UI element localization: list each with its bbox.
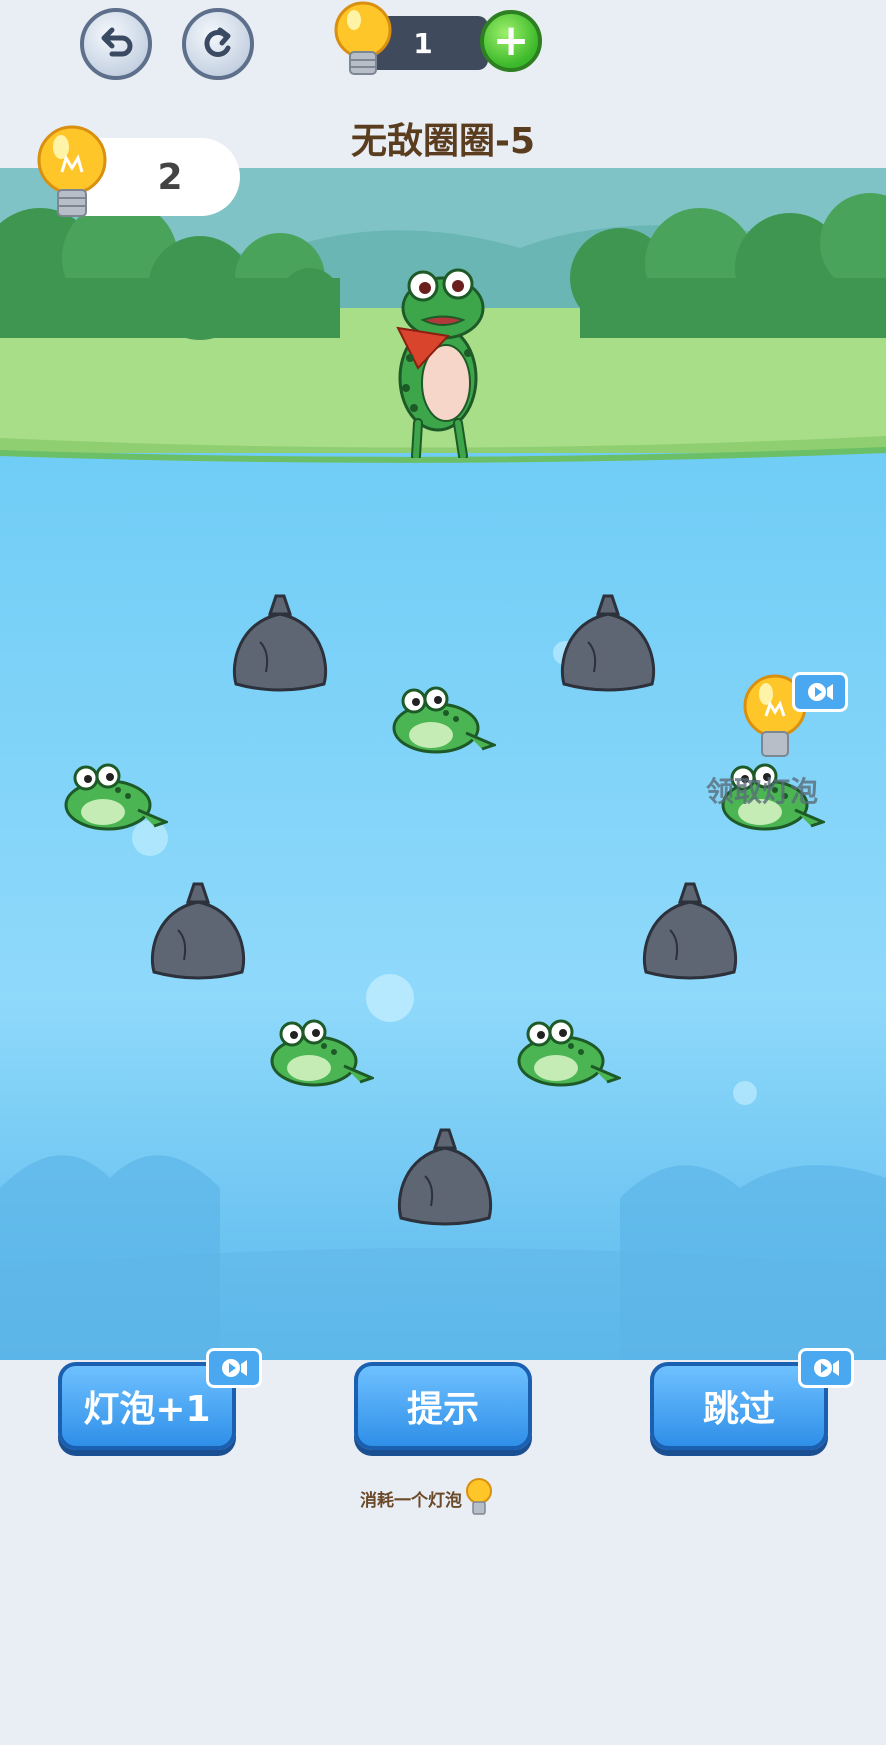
undo-button[interactable]	[80, 8, 152, 80]
garbage-bag-icon	[397, 1128, 493, 1226]
garbage-bag-piece[interactable]	[395, 1126, 495, 1236]
frog-icon	[517, 1019, 624, 1087]
frog-icon	[270, 1019, 377, 1087]
garbage-bag-piece[interactable]	[640, 880, 740, 990]
bulb-counter-value: 1	[413, 26, 433, 60]
bulb-icon	[466, 1478, 492, 1515]
add-bulb-video-badge	[206, 1348, 262, 1388]
garbage-bag-icon	[642, 882, 738, 980]
hint-button-label: 提示	[406, 1389, 479, 1430]
garbage-bag-icon	[150, 882, 246, 980]
frog-piece[interactable]	[58, 760, 171, 844]
frog-piece[interactable]	[386, 683, 499, 767]
hint-cost-text: 消耗一个灯泡	[360, 1490, 462, 1511]
frog-icon	[392, 686, 499, 754]
frog-piece[interactable]	[511, 1016, 624, 1100]
garbage-bag-icon	[232, 594, 328, 692]
undo-icon	[101, 27, 133, 57]
reward-label: 领取灯泡	[706, 775, 819, 808]
frog-icon	[64, 763, 171, 831]
frog-piece[interactable]	[264, 1016, 377, 1100]
reward-video-badge[interactable]	[792, 672, 848, 712]
add-bulb-button-label: 灯泡+1	[83, 1389, 211, 1430]
restart-icon	[204, 27, 231, 57]
bulb-balance-value: 2	[157, 156, 183, 198]
skip-button-label: 跳过	[702, 1389, 775, 1430]
video-icon	[814, 1359, 839, 1377]
garbage-bag-icon	[560, 594, 656, 692]
plus-icon: +	[492, 15, 530, 66]
bulb-balance-icon	[34, 122, 110, 230]
restart-button[interactable]	[182, 8, 254, 80]
add-bulbs-button[interactable]: +	[480, 10, 542, 72]
garbage-bag-piece[interactable]	[230, 592, 330, 702]
garbage-bag-piece[interactable]	[558, 592, 658, 702]
hint-cost-note: 消耗一个灯泡	[360, 1478, 540, 1518]
hero-frog	[396, 268, 485, 458]
hint-button[interactable]: 提示	[354, 1362, 532, 1450]
video-icon	[222, 1359, 247, 1377]
skip-video-badge	[798, 1348, 854, 1388]
video-icon	[808, 683, 833, 701]
bulb-icon-top	[330, 0, 396, 90]
garbage-bag-piece[interactable]	[148, 880, 248, 990]
game-scene: 领取灯泡	[0, 168, 886, 1360]
